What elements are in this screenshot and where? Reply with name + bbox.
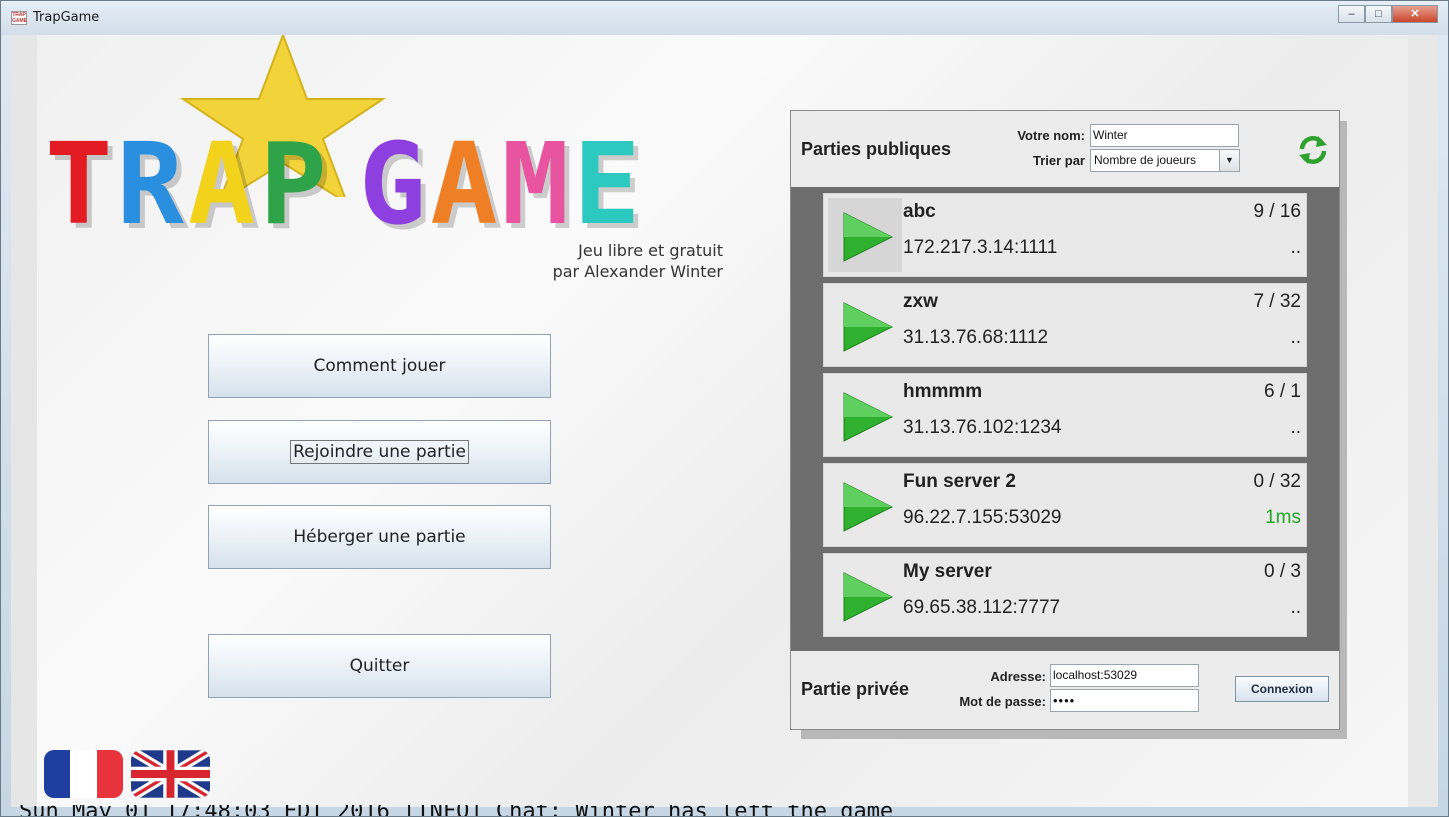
server-players: 6 / 1 — [1264, 381, 1301, 402]
quit-button[interactable]: Quitter — [208, 634, 551, 698]
tagline: Jeu libre et gratuit par Alexander Winte… — [371, 240, 723, 282]
main-menu-screen: T R A P G A M E Jeu libre et gratuit par… — [11, 35, 1438, 807]
private-game-title: Partie privée — [801, 679, 910, 699]
quit-label: Quitter — [349, 656, 410, 676]
password-input[interactable]: •••• — [1050, 689, 1199, 712]
logo-letter: P — [259, 120, 326, 250]
server-address: 69.65.38.112:7777 — [903, 597, 1061, 618]
server-row[interactable]: hmmmm 31.13.76.102:1234 6 / 1 .. — [823, 373, 1307, 457]
title-bar[interactable]: TRAP GAME TrapGame – □ ✕ — [1, 1, 1448, 35]
sort-label: Trier par — [1032, 153, 1085, 168]
server-name: hmmmm — [903, 381, 983, 402]
play-button[interactable] — [828, 468, 902, 542]
address-label: Adresse: — [990, 669, 1046, 684]
play-icon — [843, 302, 894, 352]
server-list[interactable]: abc 172.217.3.14:1111 9 / 16 .. zxw 31.1… — [791, 187, 1339, 651]
logo-letter: A — [430, 120, 497, 250]
server-row[interactable]: My server 69.65.38.112:7777 0 / 3 .. — [823, 553, 1307, 637]
connect-button[interactable]: Connexion — [1235, 676, 1329, 702]
server-address: 31.13.76.102:1234 — [903, 417, 1062, 438]
server-ping: .. — [1290, 327, 1301, 348]
console-line: Sun May 01 17:48:03 EDT 2016 [INFO] Chat… — [19, 805, 893, 816]
public-games-title: Parties publiques — [801, 139, 952, 159]
close-button[interactable]: ✕ — [1392, 5, 1438, 23]
how-to-play-label: Comment jouer — [313, 356, 446, 376]
how-to-play-button[interactable]: Comment jouer — [208, 334, 551, 398]
server-name: zxw — [903, 291, 938, 312]
server-row[interactable]: Fun server 2 96.22.7.155:53029 0 / 32 1m… — [823, 463, 1307, 547]
window-title: TrapGame — [33, 10, 100, 25]
server-ping: .. — [1290, 417, 1301, 438]
uk-flag-icon — [131, 750, 210, 798]
play-button[interactable] — [828, 378, 902, 452]
server-row[interactable]: zxw 31.13.76.68:1112 7 / 32 .. — [823, 283, 1307, 367]
app-window: TRAP GAME TrapGame – □ ✕ T R A P G A M E… — [0, 0, 1449, 817]
host-game-label: Héberger une partie — [293, 527, 466, 547]
server-ping: .. — [1290, 597, 1301, 618]
sort-select-value: Nombre de joueurs — [1094, 153, 1197, 167]
password-label: Mot de passe: — [959, 694, 1046, 709]
server-address: 172.217.3.14:1111 — [903, 237, 1058, 258]
play-icon — [843, 212, 894, 262]
tagline-line-2: par Alexander Winter — [552, 262, 723, 281]
tagline-line-1: Jeu libre et gratuit — [578, 241, 723, 260]
play-button[interactable] — [828, 288, 902, 362]
window-controls: – □ ✕ — [1338, 5, 1438, 23]
french-flag-button[interactable] — [44, 750, 123, 798]
server-ping: 1ms — [1265, 507, 1301, 528]
english-flag-button[interactable] — [131, 750, 210, 798]
server-address: 31.13.76.68:1112 — [903, 327, 1049, 348]
join-game-button[interactable]: Rejoindre une partie — [208, 420, 551, 484]
refresh-icon[interactable] — [1296, 133, 1330, 167]
logo-letter: A — [187, 120, 255, 250]
server-row[interactable]: abc 172.217.3.14:1111 9 / 16 .. — [823, 193, 1307, 277]
server-browser-panel: Parties publiques Votre nom: Winter Trie… — [790, 110, 1340, 730]
server-address: 96.22.7.155:53029 — [903, 507, 1062, 528]
private-game-section: Partie privée Adresse: localhost:53029 M… — [791, 651, 1339, 729]
play-icon — [843, 482, 894, 532]
minimize-button[interactable]: – — [1338, 5, 1365, 23]
play-button[interactable] — [828, 198, 902, 272]
logo-letter: R — [116, 120, 183, 250]
play-icon — [843, 392, 894, 442]
public-games-header: Parties publiques Votre nom: Winter Trie… — [791, 111, 1339, 187]
logo-letter: T — [45, 120, 112, 250]
server-players: 9 / 16 — [1253, 201, 1301, 222]
server-players: 0 / 3 — [1264, 561, 1301, 582]
logo-letter: M — [501, 120, 569, 250]
play-icon — [843, 572, 894, 622]
logo-letter: G — [358, 120, 426, 250]
server-players: 0 / 32 — [1253, 471, 1301, 492]
maximize-button[interactable]: □ — [1365, 5, 1392, 23]
server-name: My server — [903, 561, 992, 582]
address-input[interactable]: localhost:53029 — [1050, 664, 1199, 687]
trapgame-logo: T R A P G A M E — [45, 120, 641, 250]
host-game-button[interactable]: Héberger une partie — [208, 505, 551, 569]
player-name-input[interactable]: Winter — [1090, 124, 1239, 147]
play-button[interactable] — [828, 558, 902, 632]
sort-select[interactable]: Nombre de joueurs ▼ — [1090, 149, 1240, 172]
join-game-label: Rejoindre une partie — [290, 440, 469, 464]
console-output: Sun May 01 17:48:03 EDT 2016 [INFO] Chat… — [1, 805, 1448, 816]
logo-letter: E — [573, 120, 640, 250]
name-label: Votre nom: — [1017, 128, 1085, 143]
server-ping: .. — [1290, 237, 1301, 258]
server-name: Fun server 2 — [903, 471, 1016, 492]
chevron-down-icon[interactable]: ▼ — [1219, 150, 1239, 171]
server-players: 7 / 32 — [1253, 291, 1301, 312]
server-name: abc — [903, 201, 936, 222]
app-icon: TRAP GAME — [11, 11, 27, 25]
